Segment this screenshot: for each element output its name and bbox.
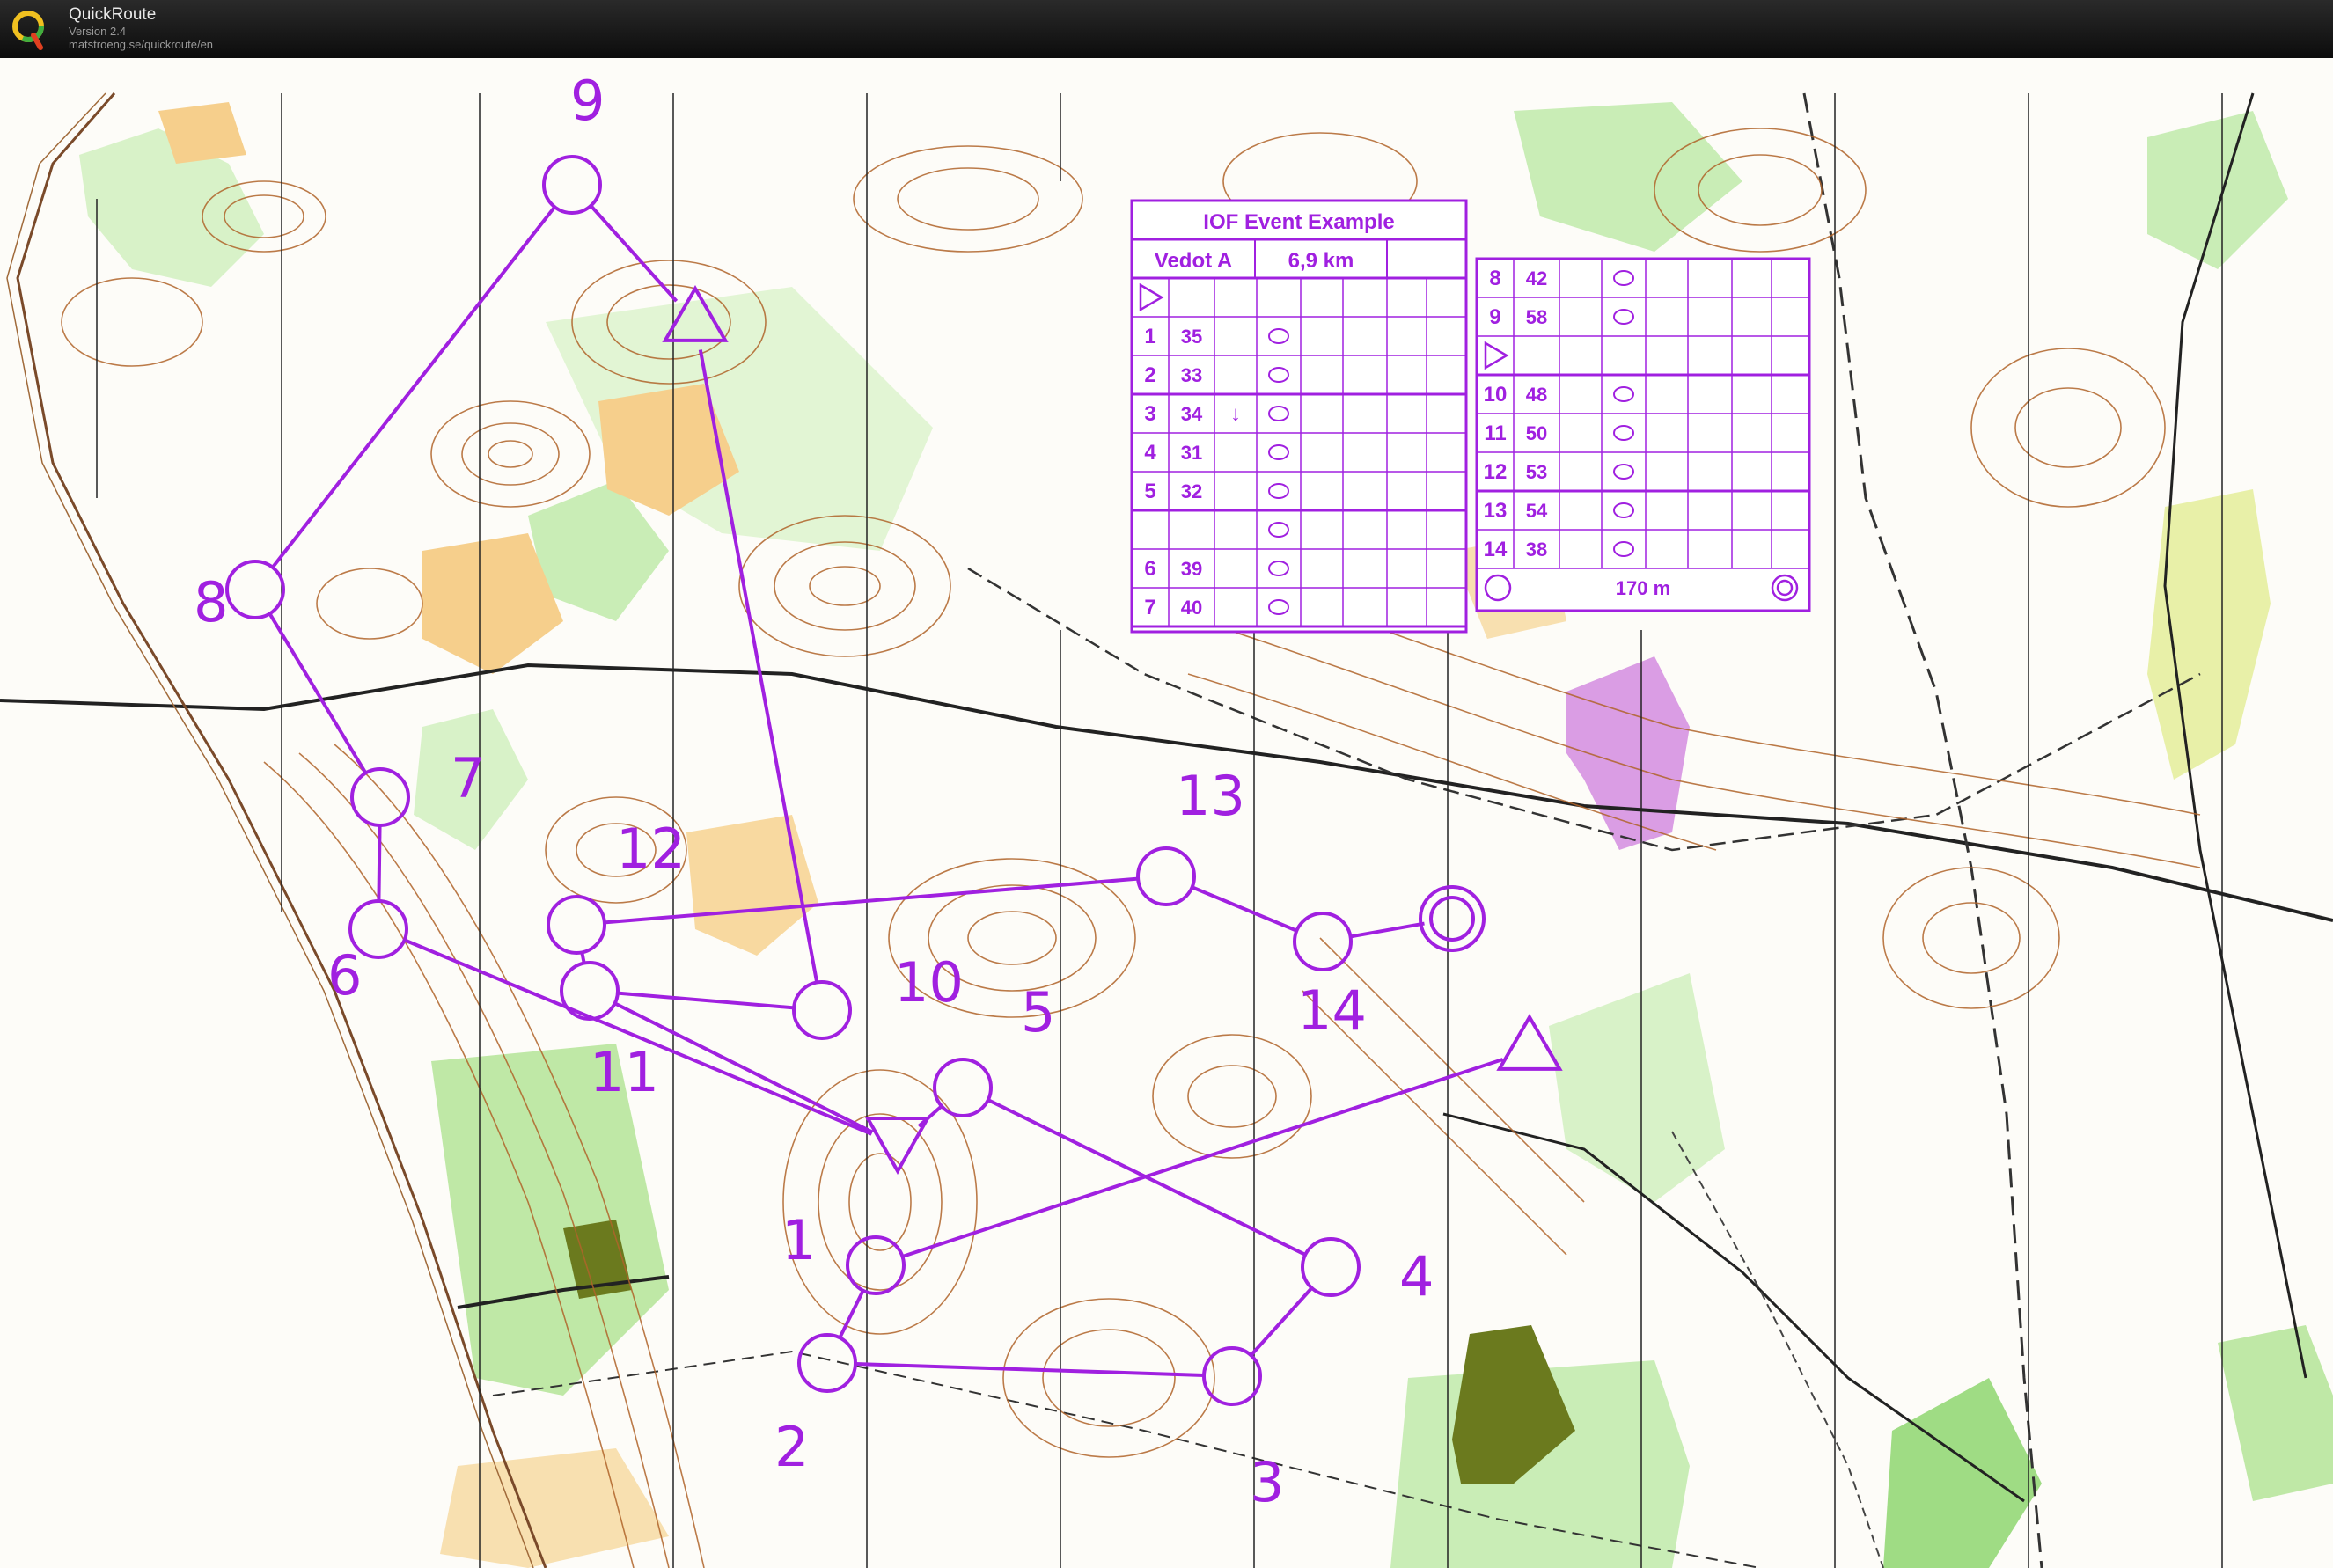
event-title: IOF Event Example <box>1203 210 1394 234</box>
desc-row-number: 7 <box>1144 596 1155 619</box>
desc-row-number: 10 <box>1484 383 1508 407</box>
desc-row-code: 35 <box>1181 326 1202 348</box>
map-canvas[interactable]: 1234567891011121314 IOF Event ExampleVed… <box>0 58 2333 1568</box>
control-number-2: 2 <box>774 1415 809 1479</box>
app-version: Version 2.4 <box>69 25 127 38</box>
course-length: 6,9 km <box>1288 249 1354 273</box>
desc-row-code: 39 <box>1181 558 1202 580</box>
desc-row-number: 2 <box>1144 363 1155 387</box>
desc-row-code: 50 <box>1526 422 1547 444</box>
control-number-7: 7 <box>451 746 485 810</box>
desc-row-code: 31 <box>1181 442 1202 464</box>
control-number-5: 5 <box>1021 980 1055 1044</box>
control-number-13: 13 <box>1176 764 1245 828</box>
finish-distance: 170 m <box>1616 577 1670 599</box>
class-name: Vedot A <box>1155 249 1232 273</box>
app-name: QuickRoute <box>69 5 157 24</box>
desc-row-code: 32 <box>1181 480 1202 502</box>
desc-row-number: 6 <box>1144 557 1155 581</box>
control-number-12: 12 <box>616 817 686 881</box>
desc-row-code: 58 <box>1526 306 1547 328</box>
title-bar: QuickRoute Version 2.4 matstroeng.se/qui… <box>0 0 2333 58</box>
control-number-3: 3 <box>1250 1450 1284 1514</box>
desc-row-number: 9 <box>1489 305 1500 329</box>
desc-row-direction: ↓ <box>1230 402 1241 426</box>
desc-row-number: 11 <box>1484 421 1506 445</box>
desc-row-code: 40 <box>1181 597 1202 619</box>
desc-row-code: 42 <box>1526 267 1547 289</box>
desc-row-code: 33 <box>1181 364 1202 386</box>
desc-row-code: 34 <box>1181 403 1203 425</box>
desc-row-number: 13 <box>1484 499 1508 523</box>
desc-row-number: 1 <box>1144 325 1155 348</box>
desc-row-code: 38 <box>1526 539 1547 561</box>
control-number-6: 6 <box>327 943 362 1007</box>
course-leg-line <box>377 824 382 902</box>
app-url: matstroeng.se/quickroute/en <box>69 38 214 51</box>
control-number-8: 8 <box>194 570 228 634</box>
desc-row-code: 53 <box>1526 461 1547 483</box>
orienteering-map[interactable]: 1 2 3 4 5 6 7 8 9 10 11 12 13 14 IOF Event Example Ved… <box>0 58 2333 1568</box>
desc-row-number: 3 <box>1144 402 1155 426</box>
control-number-10: 10 <box>894 950 964 1015</box>
desc-row-number: 4 <box>1144 441 1156 465</box>
desc-row-number: 5 <box>1144 480 1155 503</box>
desc-row-number: 14 <box>1484 538 1508 561</box>
quickroute-q-logo-icon <box>12 11 44 50</box>
control-number-9: 9 <box>570 69 605 133</box>
desc-row-code: 54 <box>1526 500 1548 522</box>
control-number-11: 11 <box>590 1040 659 1104</box>
control-number-1: 1 <box>781 1208 816 1272</box>
desc-row-number: 12 <box>1484 460 1508 484</box>
desc-row-code: 48 <box>1526 384 1547 406</box>
control-number-14: 14 <box>1297 978 1367 1043</box>
control-number-4: 4 <box>1399 1244 1434 1308</box>
desc-row-number: 8 <box>1489 267 1500 290</box>
